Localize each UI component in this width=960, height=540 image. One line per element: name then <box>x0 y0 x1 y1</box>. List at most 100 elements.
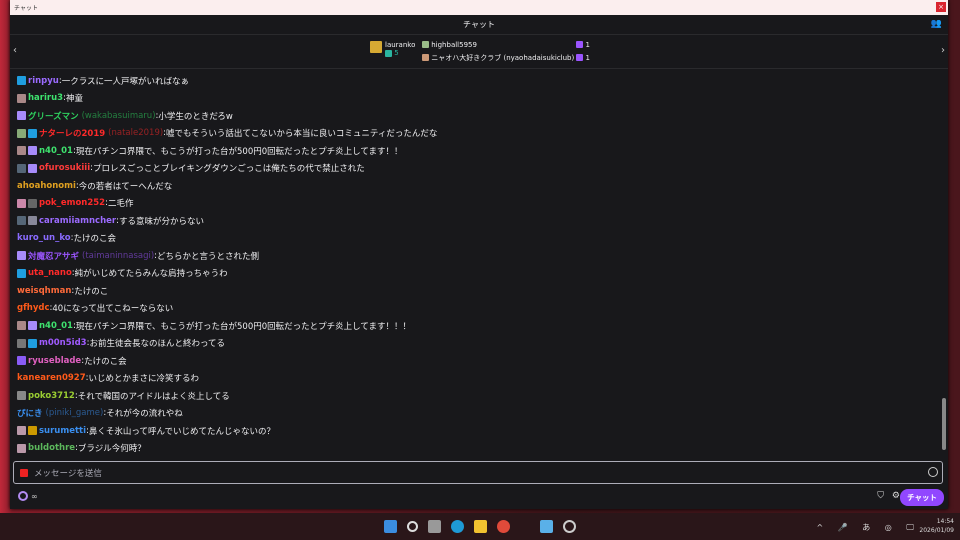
message-text: 今の若者はてーへんだな <box>78 181 173 192</box>
message-text: たけのこ会 <box>73 234 116 245</box>
users-icon[interactable]: 👥 <box>931 19 942 29</box>
top-gifter-count: 5 <box>394 49 399 57</box>
username[interactable]: pok_emon252 <box>39 198 105 208</box>
badge-icon[interactable] <box>17 356 26 366</box>
message-text: 嘘でもそういう話出てこないから本当に良いコミュニティだったんだな <box>166 129 438 140</box>
username[interactable]: weisqhman <box>17 286 71 296</box>
chat-message: ぴにき (piniki_game): それが今の流れやね <box>17 405 940 423</box>
username[interactable]: uta_nano <box>28 268 72 278</box>
message-text: 現在パチンコ界隈で、もこうが打った台が500円0回転だったとプチ炎上してます！！… <box>75 321 411 332</box>
username[interactable]: gfhydc <box>17 303 50 313</box>
username[interactable]: kuro_un_ko <box>17 233 71 243</box>
username[interactable]: surumetti <box>39 426 86 436</box>
badge-icon[interactable] <box>28 146 37 156</box>
username[interactable]: ofurosukiii <box>39 163 90 173</box>
username[interactable]: n40_01 <box>39 146 73 156</box>
message-text: 小学生のときだろw <box>158 111 233 122</box>
username[interactable]: caramiiamncher <box>39 216 116 226</box>
chat-message: uta_nano: 純がいじめてたらみんな肩持っちゃうわ <box>17 265 940 283</box>
username[interactable]: n40_01 <box>39 321 73 331</box>
close-button[interactable]: × <box>936 2 946 12</box>
chat-send-button[interactable]: チャット <box>900 489 944 506</box>
username[interactable]: ぴにき <box>17 407 43 419</box>
file-explorer-icon[interactable] <box>474 520 487 533</box>
badge-icon[interactable] <box>28 163 37 173</box>
chat-header: チャット 👥 <box>10 15 948 35</box>
user-login[interactable]: (natale2019) <box>108 128 163 138</box>
gear-icon[interactable]: ⚙ <box>892 491 900 501</box>
username[interactable]: m00n5id3 <box>39 338 87 348</box>
badge-icon[interactable] <box>28 216 37 226</box>
chat-message: ryuseblade: たけのこ会 <box>17 352 940 370</box>
username[interactable]: ryuseblade <box>28 356 81 366</box>
gifter-item[interactable]: ニャオハ大好きクラブ (nyaohadaisukiclub) 1 <box>422 51 590 64</box>
message-text: お前生徒会長なのほんと終わってる <box>89 339 226 350</box>
badge-icon[interactable] <box>17 268 26 278</box>
badge-icon[interactable] <box>17 93 26 103</box>
ime-indicator[interactable]: あ <box>862 523 876 532</box>
app-icon[interactable] <box>540 520 553 533</box>
channel-points-button[interactable]: ∞ <box>18 491 38 501</box>
badge-icon[interactable] <box>28 338 37 348</box>
badge-icon[interactable] <box>17 198 26 208</box>
badge-icon[interactable] <box>17 338 26 348</box>
gifter-list: highball5959 1 ニャオハ大好きクラブ (nyaohadaisuki… <box>422 38 590 64</box>
badge-icon[interactable] <box>28 321 37 331</box>
chevron-left-icon[interactable]: ‹ <box>13 45 17 56</box>
badge-icon[interactable] <box>17 163 26 173</box>
search-icon[interactable] <box>407 521 418 532</box>
username[interactable]: ahoahonomi <box>17 181 76 191</box>
message-text: する意味が分からない <box>118 216 204 227</box>
badge-icon[interactable] <box>17 146 26 156</box>
username[interactable]: rinpyu <box>28 76 59 86</box>
message-input[interactable]: メッセージを送信 <box>13 461 943 484</box>
username[interactable]: ナターレの2019 <box>39 127 105 139</box>
badge-icon[interactable] <box>17 443 26 453</box>
obs-icon[interactable] <box>563 520 576 533</box>
user-login[interactable]: (wakabasuimaru) <box>82 111 156 121</box>
badge-icon[interactable] <box>28 198 37 208</box>
title-bar: チャット × <box>10 0 948 15</box>
username[interactable]: グリーズマン <box>28 110 79 122</box>
chat-message: m00n5id3: お前生徒会長なのほんと終わってる <box>17 335 940 353</box>
badge-icon[interactable] <box>17 251 26 261</box>
badge-icon[interactable] <box>17 216 26 226</box>
message-text: それが今の流れやね <box>106 409 183 420</box>
badge-icon[interactable] <box>17 128 26 138</box>
badge-icon[interactable] <box>17 321 26 331</box>
scrollbar[interactable] <box>942 398 946 450</box>
chat-footer: ∞ ⛉ ⚙ チャット <box>10 487 948 507</box>
clock[interactable]: 14:54 2026/01/09 <box>919 517 954 535</box>
gift-small-icon <box>422 41 429 48</box>
username[interactable]: poko3712 <box>28 391 75 401</box>
message-text: 現在パチンコ界隈で、もこうが打った台が500円0回転だったとプチ炎上してます！！ <box>75 146 403 157</box>
windows-start-icon[interactable] <box>384 520 397 533</box>
badge-icon[interactable] <box>28 128 37 138</box>
edge-icon[interactable] <box>451 520 464 533</box>
message-text: いじめとかまさに冷笑するわ <box>88 374 199 385</box>
badge-icon[interactable] <box>17 76 26 86</box>
chrome-icon[interactable] <box>497 520 510 533</box>
system-tray[interactable]: ^ 🎤 あ ◎ 🖵 <box>816 522 920 533</box>
emoji-icon[interactable] <box>928 467 938 477</box>
badge-icon[interactable] <box>17 426 26 436</box>
username[interactable]: hariru3 <box>28 93 63 103</box>
chevron-right-icon[interactable]: › <box>941 45 945 56</box>
username[interactable]: 対魔忍アサギ <box>28 250 79 262</box>
top-gifter[interactable]: lauranko 5 <box>370 41 415 57</box>
user-login[interactable]: (taimaninnasagi) <box>82 251 154 261</box>
username[interactable]: kanearen0927 <box>17 373 86 383</box>
badge-icon[interactable] <box>17 111 26 121</box>
chat-messages: rinpyu: 一クラスに一人戸塚がいればなぁ hariru3: 神童 グリーズマン… <box>10 72 940 458</box>
gift-leaderboard: ‹ › lauranko 5 highball5959 1 ニャオハ大好きクラブ… <box>10 35 948 69</box>
chat-message: グリーズマン (wakabasuimaru): 小学生のときだろw <box>17 107 940 125</box>
username[interactable]: buldothre <box>28 443 75 453</box>
badge-icon[interactable] <box>17 391 26 401</box>
shield-icon[interactable]: ⛉ <box>877 491 884 501</box>
user-login[interactable]: (piniki_game) <box>46 408 104 418</box>
gifter-item[interactable]: highball5959 1 <box>422 38 590 51</box>
gift-small-icon <box>422 54 429 61</box>
badge-icon[interactable] <box>28 426 37 436</box>
taskbar: ^ 🎤 あ ◎ 🖵 14:54 2026/01/09 <box>0 513 960 540</box>
task-view-icon[interactable] <box>428 520 441 533</box>
